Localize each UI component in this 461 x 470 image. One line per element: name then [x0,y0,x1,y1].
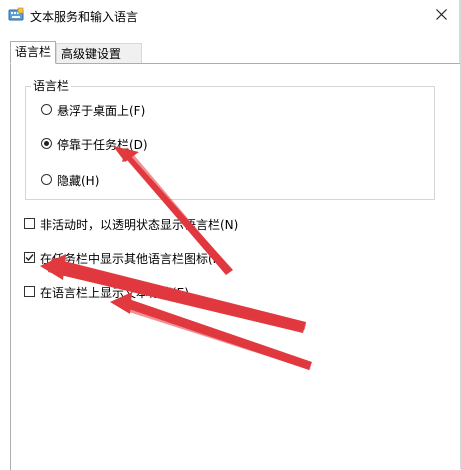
checkbox-label: 在语言栏上显示文本标签(E) [40,286,189,300]
close-icon [436,9,447,20]
checkbox-label: 非活动时，以透明状态显示语言栏(N) [40,218,239,232]
checkbox-label: 在任务栏中显示其他语言栏图标(I) [40,252,221,266]
radio-label: 隐藏(H) [57,174,100,188]
radio-button[interactable] [41,104,52,115]
keyboard-language-icon [8,7,24,23]
title-bar: 文本服务和输入语言 [0,0,459,32]
radio-label: 停靠于任务栏(D) [57,138,148,152]
radio-label: 悬浮于桌面上(F) [57,104,146,118]
checkbox-checked[interactable] [24,252,35,263]
close-button[interactable] [424,0,459,30]
radio-button-selected[interactable] [41,138,52,149]
radio-button[interactable] [41,174,52,185]
tab-language-bar[interactable]: 语言栏 [10,41,56,64]
dialog-window: 文本服务和输入语言 语言栏 高级键设置 语言栏 悬浮于桌面上(F) 停靠于任务栏… [0,0,461,470]
window-title: 文本服务和输入语言 [30,10,139,24]
check-icon [25,254,34,262]
groupbox-label: 语言栏 [31,77,72,94]
tab-strip: 语言栏 高级键设置 [10,41,450,64]
tab-advanced-key-settings[interactable]: 高级键设置 [56,43,142,64]
checkbox[interactable] [24,286,35,297]
checkbox[interactable] [24,218,35,229]
